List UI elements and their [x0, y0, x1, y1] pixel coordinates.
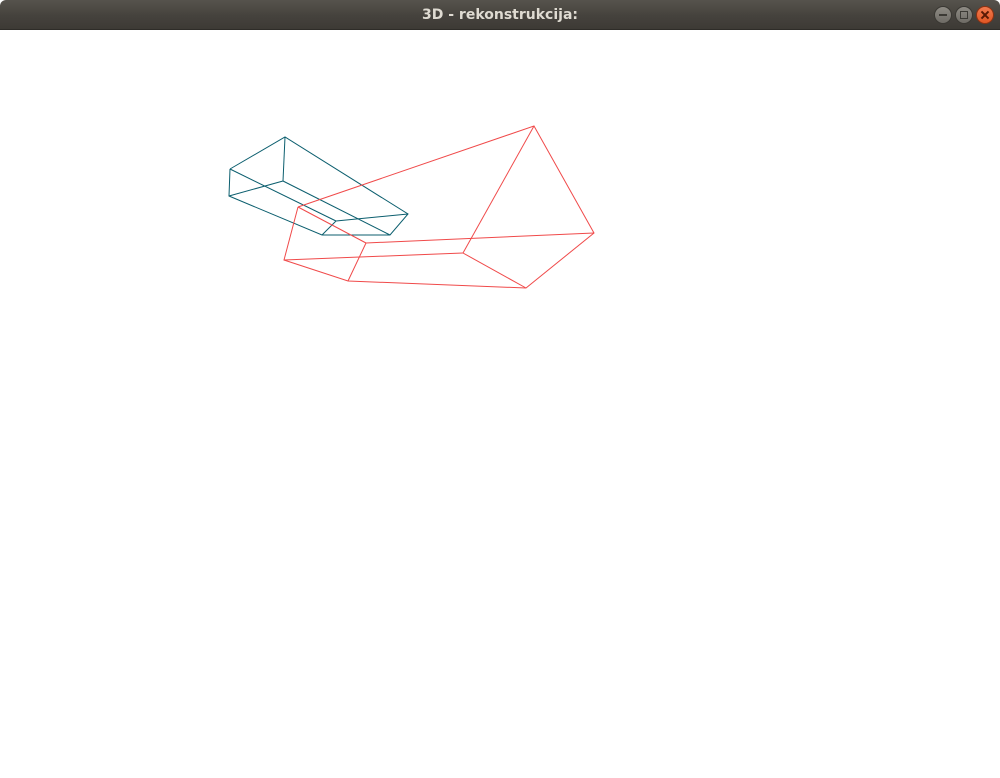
- red-frustum-edge: [297, 206, 367, 244]
- close-icon[interactable]: [976, 6, 994, 24]
- teal-box-wireframe: [228, 136, 409, 236]
- wireframe-scene: [228, 125, 595, 289]
- teal-box-outline: [228, 136, 409, 236]
- window-title: 3D - rekonstrukcija:: [422, 7, 578, 23]
- teal-box-edge: [282, 136, 286, 182]
- app-window: 3D - rekonstrukcija:: [0, 0, 1000, 778]
- red-frustum-edge: [283, 252, 464, 261]
- window-controls: [934, 6, 994, 24]
- render-canvas[interactable]: [0, 30, 1000, 778]
- red-frustum-edge: [462, 125, 535, 254]
- title-bar[interactable]: 3D - rekonstrukcija:: [0, 0, 1000, 30]
- red-frustum-outline: [283, 125, 595, 289]
- red-frustum-wireframe: [283, 125, 595, 289]
- teal-box-edge: [335, 213, 409, 222]
- maximize-icon[interactable]: [955, 6, 973, 24]
- teal-box-edge: [228, 180, 284, 197]
- minimize-icon[interactable]: [934, 6, 952, 24]
- red-frustum-edge: [365, 232, 595, 244]
- red-frustum-edge: [462, 252, 527, 289]
- red-frustum-edge: [347, 242, 367, 282]
